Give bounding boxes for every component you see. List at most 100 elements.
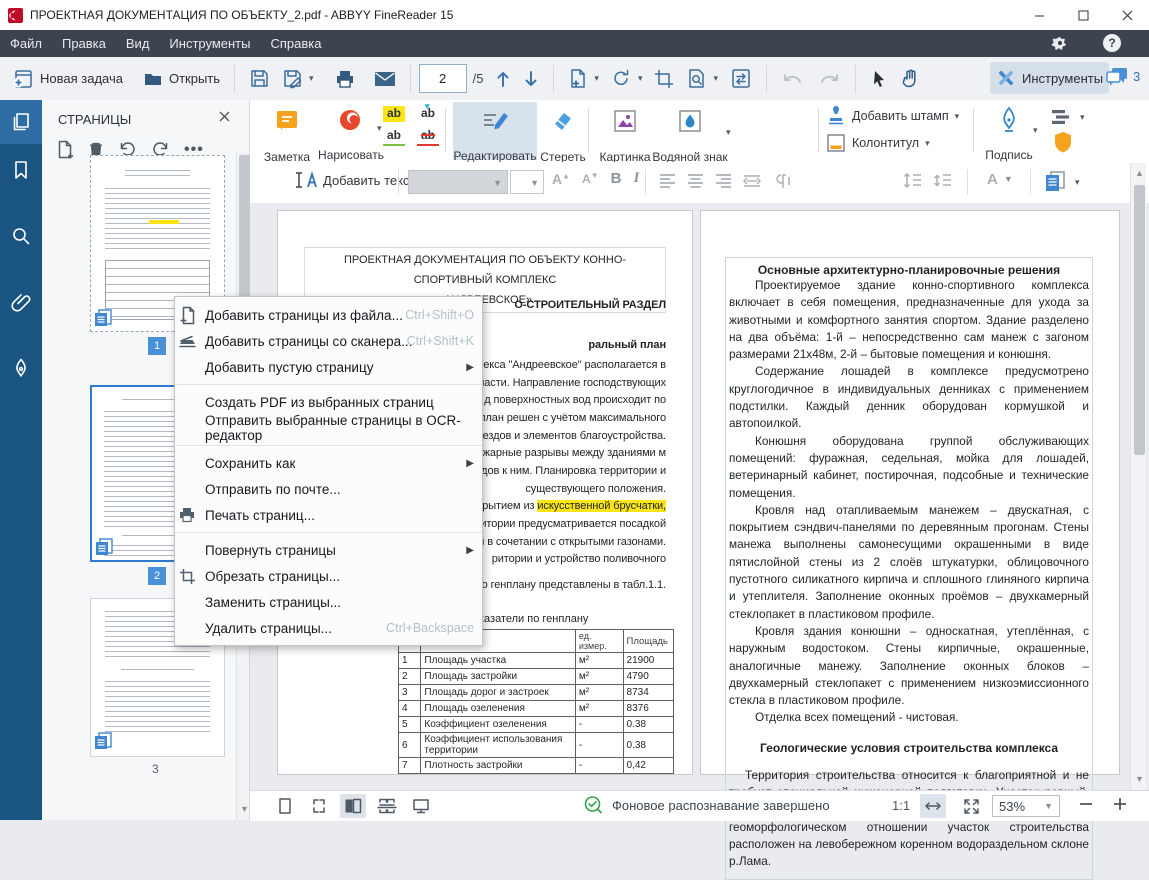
help-icon[interactable]: ? bbox=[1103, 34, 1121, 52]
edit-button[interactable]: Редактировать bbox=[453, 107, 537, 138]
protect-button[interactable] bbox=[1053, 130, 1073, 154]
panel-close-icon[interactable] bbox=[218, 110, 231, 123]
fit-width-button[interactable] bbox=[920, 794, 946, 818]
view-fit-page-button[interactable] bbox=[306, 794, 332, 818]
menu-item-send-by-email[interactable]: Отправить по почте... bbox=[175, 476, 482, 502]
sidebar-item-pages[interactable] bbox=[0, 100, 42, 144]
picture-button[interactable]: Картинка bbox=[596, 108, 654, 137]
minimize-button[interactable] bbox=[1017, 0, 1061, 30]
undo-button[interactable] bbox=[775, 63, 811, 95]
fit-page-button[interactable] bbox=[958, 794, 984, 818]
menu-help[interactable]: Справка bbox=[260, 30, 331, 57]
sidebar-item-bookmarks[interactable] bbox=[0, 148, 42, 192]
erase-button[interactable]: Стереть bbox=[538, 108, 588, 137]
transfer-pages-button[interactable] bbox=[724, 63, 758, 95]
close-button[interactable] bbox=[1105, 0, 1149, 30]
view-two-pages-button[interactable] bbox=[340, 794, 366, 818]
bold-button[interactable]: B bbox=[611, 170, 622, 187]
add-text-button[interactable]: Добавить текст bbox=[292, 170, 415, 190]
closing-fragment: ми по генплану представлены в табл.1.1. bbox=[459, 579, 666, 591]
align-right-icon[interactable] bbox=[714, 172, 733, 190]
page-layout-button[interactable]: ▾ bbox=[1043, 170, 1080, 194]
strikethrough-text-icon[interactable]: ab bbox=[417, 128, 439, 146]
print-button[interactable] bbox=[328, 63, 362, 95]
open-button[interactable]: Открыть bbox=[137, 63, 226, 95]
font-color-button[interactable]: A ▼ bbox=[987, 171, 1013, 188]
select-tool-button[interactable] bbox=[864, 63, 894, 95]
line-spacing-decrease-icon[interactable] bbox=[933, 172, 953, 190]
document-page-right[interactable]: Основные архитектурно-планировочные реше… bbox=[700, 210, 1120, 775]
email-button[interactable] bbox=[368, 63, 402, 95]
header-footer-button[interactable]: Колонтитул ▾ bbox=[826, 133, 930, 153]
underline-text-icon[interactable]: ab bbox=[383, 128, 405, 146]
scroll-down-icon[interactable]: ▼ bbox=[1135, 775, 1144, 784]
align-left-icon[interactable] bbox=[658, 172, 677, 190]
zoom-in-button[interactable] bbox=[1112, 796, 1128, 812]
actual-size-button[interactable]: 1:1 bbox=[892, 798, 910, 813]
menu-item-add-pages-from-file[interactable]: Добавить страницы из файла... Ctrl+Shift… bbox=[175, 302, 482, 328]
menu-item-save-as[interactable]: Сохранить как ▶ bbox=[175, 450, 482, 476]
menu-item-delete-pages[interactable]: Удалить страницы... Ctrl+Backspace bbox=[175, 615, 482, 641]
printer-icon bbox=[178, 506, 196, 524]
page-number-input[interactable] bbox=[419, 64, 467, 93]
previous-page-button[interactable] bbox=[489, 63, 517, 95]
draw-button[interactable]: ▾ Нарисовать bbox=[323, 106, 379, 137]
rotate-pages-button[interactable]: ▾ bbox=[605, 63, 649, 95]
layers-button[interactable]: ▾ bbox=[1050, 108, 1085, 126]
sidebar-item-signature[interactable] bbox=[0, 346, 42, 390]
document-scrollbar[interactable]: ▲ ▼ bbox=[1130, 163, 1146, 790]
font-size-select[interactable]: ▼ bbox=[510, 170, 544, 194]
stamp-button[interactable]: Добавить штамп ▾ bbox=[826, 106, 959, 126]
view-single-page-button[interactable] bbox=[272, 794, 298, 818]
menu-view[interactable]: Вид bbox=[116, 30, 160, 57]
hand-tool-button[interactable] bbox=[894, 63, 926, 95]
save-as-button[interactable]: ▾ bbox=[276, 63, 320, 95]
redo-button[interactable] bbox=[811, 63, 847, 95]
crop-button[interactable] bbox=[648, 63, 680, 95]
menu-item-crop-pages[interactable]: Обрезать страницы... bbox=[175, 563, 482, 589]
align-center-icon[interactable] bbox=[686, 172, 705, 190]
menu-item-send-to-ocr-editor[interactable]: Отправить выбранные страницы в OCR-редак… bbox=[175, 415, 482, 441]
menu-edit[interactable]: Правка bbox=[52, 30, 116, 57]
menu-item-rotate-pages[interactable]: Повернуть страницы ▶ bbox=[175, 537, 482, 563]
eraser-icon bbox=[550, 108, 576, 134]
menu-item-create-pdf-from-selected[interactable]: Создать PDF из выбранных страниц bbox=[175, 389, 482, 415]
zoom-select[interactable]: 53% ▼ bbox=[992, 795, 1060, 817]
insert-text-icon[interactable]: ab▾ bbox=[417, 106, 439, 122]
watermark-button[interactable]: ▾ Водяной знак bbox=[648, 108, 732, 137]
view-fullscreen-button[interactable] bbox=[408, 794, 434, 818]
sidebar-item-attachments[interactable] bbox=[0, 280, 42, 324]
font-family-select[interactable]: ▼ bbox=[408, 170, 508, 194]
next-page-button[interactable] bbox=[517, 63, 545, 95]
panel-scroll-down-icon[interactable]: ▼ bbox=[240, 805, 249, 814]
comments-button[interactable]: 3 bbox=[1105, 65, 1140, 87]
signature-button[interactable]: ▾ Подпись bbox=[983, 106, 1035, 137]
shrink-font-button[interactable]: A▼ bbox=[582, 171, 599, 186]
zoom-out-button[interactable] bbox=[1078, 796, 1094, 812]
sidebar-item-search[interactable] bbox=[0, 214, 42, 258]
settings-gear-icon[interactable] bbox=[1051, 34, 1069, 52]
tools-panel-button[interactable]: Инструменты bbox=[990, 62, 1109, 94]
save-button[interactable] bbox=[243, 63, 276, 95]
add-pages-button[interactable]: ▾ bbox=[562, 63, 605, 95]
menu-item-replace-pages[interactable]: Заменить страницы... bbox=[175, 589, 482, 615]
page-preview-button[interactable]: ▾ bbox=[680, 63, 724, 95]
panel-add-page-icon[interactable] bbox=[56, 140, 74, 159]
maximize-button[interactable] bbox=[1061, 0, 1105, 30]
align-justify-icon[interactable] bbox=[742, 172, 762, 190]
italic-button[interactable]: I bbox=[633, 170, 639, 187]
new-task-button[interactable]: Новая задача bbox=[6, 63, 129, 95]
highlight-text-icon[interactable]: ab bbox=[383, 106, 405, 122]
document-scrollbar-thumb[interactable] bbox=[1134, 185, 1145, 455]
note-button[interactable]: Заметка bbox=[274, 108, 300, 137]
menu-item-add-pages-from-scanner[interactable]: Добавить страницы со сканера... Ctrl+Shi… bbox=[175, 328, 482, 354]
menu-file[interactable]: Файл bbox=[0, 30, 52, 57]
menu-tools[interactable]: Инструменты bbox=[159, 30, 260, 57]
menu-item-add-blank-page[interactable]: Добавить пустую страницу ▶ bbox=[175, 354, 482, 380]
view-continuous-button[interactable] bbox=[374, 794, 400, 818]
grow-font-button[interactable]: A▲ bbox=[552, 171, 570, 187]
scroll-up-icon[interactable]: ▲ bbox=[1135, 169, 1144, 178]
paragraph-marks-icon[interactable] bbox=[771, 172, 791, 190]
line-spacing-increase-icon[interactable] bbox=[903, 172, 923, 190]
menu-item-print-pages[interactable]: Печать страниц... bbox=[175, 502, 482, 528]
